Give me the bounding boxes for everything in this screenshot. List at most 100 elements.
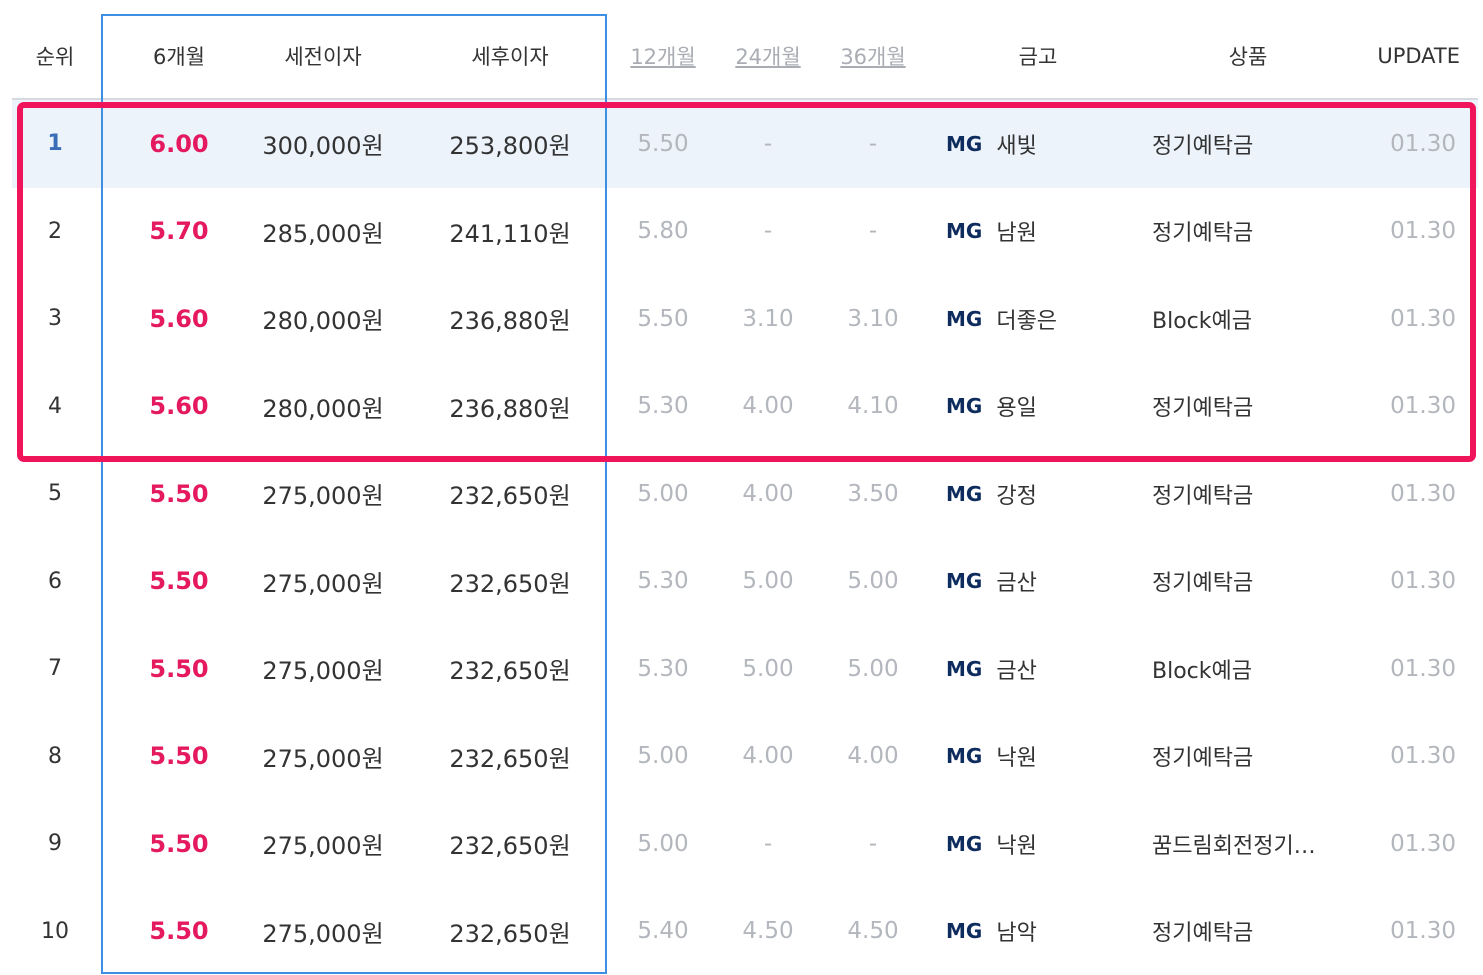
bank-branch-name: 남악 <box>996 915 1036 947</box>
rate-12-months-cell: 5.00 <box>608 713 718 801</box>
pretax-interest-cell: 275,000원 <box>248 800 398 888</box>
product-cell[interactable]: Block예금 <box>1152 625 1352 713</box>
rate-12-months-cell: 5.00 <box>608 450 718 538</box>
rate-24-months-cell: 4.00 <box>713 713 823 801</box>
rate-24-months-cell: 5.00 <box>713 625 823 713</box>
rate-24-months-cell: - <box>713 188 823 276</box>
pretax-interest-cell: 275,000원 <box>248 713 398 801</box>
posttax-interest-cell: 236,880원 <box>420 363 600 451</box>
bank-cell[interactable]: MG더좋은 <box>946 275 1146 363</box>
rate-6-months-cell: 5.70 <box>102 188 256 276</box>
pretax-interest-cell: 275,000원 <box>248 888 398 975</box>
bank-cell[interactable]: MG남악 <box>946 888 1146 975</box>
posttax-interest-cell: 241,110원 <box>420 188 600 276</box>
header-pretax-interest: 세전이자 <box>248 14 398 98</box>
product-cell[interactable]: 정기예탁금 <box>1152 100 1352 188</box>
product-cell[interactable]: 정기예탁금 <box>1152 188 1352 276</box>
bank-cell[interactable]: MG강정 <box>946 450 1146 538</box>
update-date-cell: 01.30 <box>1352 888 1456 975</box>
table-body: 16.00300,000원253,800원5.50--MG새빛정기예탁금01.3… <box>12 100 1478 975</box>
product-cell[interactable]: 정기예탁금 <box>1152 713 1352 801</box>
rate-6-months-cell: 5.50 <box>102 888 256 975</box>
product-cell[interactable]: 정기예탁금 <box>1152 538 1352 626</box>
rank-cell: 3 <box>12 275 98 363</box>
posttax-interest-cell: 232,650원 <box>420 888 600 975</box>
posttax-interest-cell: 232,650원 <box>420 625 600 713</box>
posttax-interest-cell: 253,800원 <box>420 100 600 188</box>
pretax-interest-cell: 280,000원 <box>248 363 398 451</box>
table-row[interactable]: 45.60280,000원236,880원5.304.004.10MG용일정기예… <box>12 363 1478 451</box>
rank-cell: 10 <box>12 888 98 975</box>
rank-cell: 9 <box>12 800 98 888</box>
rate-12-months-cell: 5.00 <box>608 800 718 888</box>
mg-logo: MG <box>946 832 982 856</box>
pretax-interest-cell: 275,000원 <box>248 538 398 626</box>
rate-24-months-cell: 4.00 <box>713 450 823 538</box>
posttax-interest-cell: 232,650원 <box>420 713 600 801</box>
header-12-months-link[interactable]: 12개월 <box>608 14 718 98</box>
bank-cell[interactable]: MG낙원 <box>946 800 1146 888</box>
rate-6-months-cell: 5.50 <box>102 625 256 713</box>
bank-cell[interactable]: MG용일 <box>946 363 1146 451</box>
header-rank: 순위 <box>12 14 98 98</box>
header-product: 상품 <box>1148 14 1348 98</box>
product-cell[interactable]: 꿈드림회전정기… <box>1152 800 1352 888</box>
header-posttax-interest: 세후이자 <box>420 14 600 98</box>
rate-36-months-cell: 3.50 <box>818 450 928 538</box>
mg-logo: MG <box>946 569 982 593</box>
table-row[interactable]: 55.50275,000원232,650원5.004.003.50MG강정정기예… <box>12 450 1478 538</box>
mg-logo: MG <box>946 657 982 681</box>
update-date-cell: 01.30 <box>1352 363 1456 451</box>
bank-branch-name: 낙원 <box>996 740 1036 772</box>
rate-12-months-cell: 5.30 <box>608 538 718 626</box>
table-row[interactable]: 95.50275,000원232,650원5.00--MG낙원꿈드림회전정기…0… <box>12 800 1478 888</box>
table-row[interactable]: 105.50275,000원232,650원5.404.504.50MG남악정기… <box>12 888 1478 975</box>
update-date-cell: 01.30 <box>1352 713 1456 801</box>
rank-cell: 8 <box>12 713 98 801</box>
header-bank: 금고 <box>938 14 1138 98</box>
rate-24-months-cell: - <box>713 800 823 888</box>
rank-cell: 7 <box>12 625 98 713</box>
mg-logo: MG <box>946 132 982 156</box>
rate-36-months-cell: 4.00 <box>818 713 928 801</box>
mg-logo: MG <box>946 307 982 331</box>
posttax-interest-cell: 232,650원 <box>420 450 600 538</box>
bank-cell[interactable]: MG남원 <box>946 188 1146 276</box>
rate-36-months-cell: 5.00 <box>818 538 928 626</box>
bank-branch-name: 금산 <box>996 653 1036 685</box>
table-row[interactable]: 85.50275,000원232,650원5.004.004.00MG낙원정기예… <box>12 713 1478 801</box>
bank-branch-name: 남원 <box>996 215 1036 247</box>
bank-cell[interactable]: MG 금산 <box>946 625 1146 713</box>
table-row[interactable]: 75.50275,000원232,650원5.305.005.00MG금산Blo… <box>12 625 1478 713</box>
update-date-cell: 01.30 <box>1352 625 1456 713</box>
header-24-months-link[interactable]: 24개월 <box>713 14 823 98</box>
table-row[interactable]: 25.70285,000원241,110원5.80--MG남원정기예탁금01.3… <box>12 188 1478 276</box>
table-row[interactable]: 16.00300,000원253,800원5.50--MG새빛정기예탁금01.3… <box>12 100 1478 188</box>
pretax-interest-cell: 300,000원 <box>248 100 398 188</box>
rank-cell: 6 <box>12 538 98 626</box>
rate-6-months-cell: 5.50 <box>102 713 256 801</box>
pretax-interest-cell: 280,000원 <box>248 275 398 363</box>
rate-12-months-cell: 5.50 <box>608 275 718 363</box>
bank-cell[interactable]: MG낙원 <box>946 713 1146 801</box>
header-36-months-link[interactable]: 36개월 <box>818 14 928 98</box>
rate-24-months-cell: 5.00 <box>713 538 823 626</box>
header-update: UPDATE <box>1352 14 1460 98</box>
rank-cell: 2 <box>12 188 98 276</box>
rate-6-months-cell: 6.00 <box>102 100 256 188</box>
rate-24-months-cell: 3.10 <box>713 275 823 363</box>
table-row[interactable]: 35.60280,000원236,880원5.503.103.10MG더좋은Bl… <box>12 275 1478 363</box>
rate-24-months-cell: - <box>713 100 823 188</box>
product-cell[interactable]: 정기예탁금 <box>1152 450 1352 538</box>
rate-36-months-cell: 5.00 <box>818 625 928 713</box>
table-row[interactable]: 65.50275,000원232,650원5.305.005.00MG금산정기예… <box>12 538 1478 626</box>
product-cell[interactable]: 정기예탁금 <box>1152 363 1352 451</box>
bank-cell[interactable]: MG금산 <box>946 538 1146 626</box>
rate-36-months-cell: 4.10 <box>818 363 928 451</box>
product-cell[interactable]: Block예금 <box>1152 275 1352 363</box>
bank-branch-name: 용일 <box>996 390 1036 422</box>
posttax-interest-cell: 232,650원 <box>420 800 600 888</box>
rate-12-months-cell: 5.30 <box>608 625 718 713</box>
bank-cell[interactable]: MG새빛 <box>946 100 1146 188</box>
product-cell[interactable]: 정기예탁금 <box>1152 888 1352 975</box>
